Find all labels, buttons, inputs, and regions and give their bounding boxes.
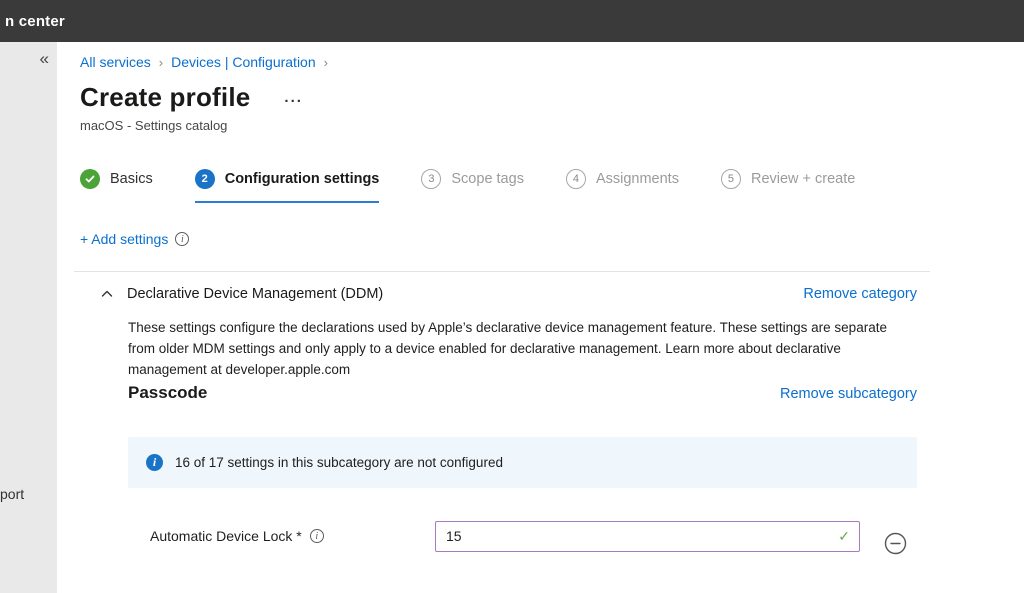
step-review-create[interactable]: 5 Review + create bbox=[721, 169, 855, 201]
step-number-badge: 2 bbox=[195, 169, 215, 189]
step-label: Review + create bbox=[751, 171, 855, 187]
sidebar-collapse-icon[interactable]: « bbox=[40, 50, 49, 67]
main-content: All services › Devices | Configuration ›… bbox=[57, 42, 1024, 593]
remove-subcategory-button[interactable]: Remove subcategory bbox=[780, 386, 917, 402]
more-options-button[interactable]: ... bbox=[284, 90, 303, 105]
app-title: n center bbox=[5, 13, 65, 30]
step-label: Scope tags bbox=[451, 171, 524, 187]
step-label: Basics bbox=[110, 171, 153, 187]
info-filled-icon bbox=[146, 454, 163, 471]
section-divider bbox=[74, 271, 930, 272]
step-scope-tags[interactable]: 3 Scope tags bbox=[421, 169, 524, 201]
info-icon[interactable] bbox=[175, 232, 189, 246]
info-banner: 16 of 17 settings in this subcategory ar… bbox=[128, 437, 917, 488]
setting-label: Automatic Device Lock * bbox=[150, 528, 302, 544]
category-title: Declarative Device Management (DDM) bbox=[127, 286, 383, 302]
breadcrumb-all-services[interactable]: All services bbox=[80, 54, 151, 70]
sidebar-item-support[interactable]: port bbox=[0, 486, 57, 502]
info-banner-text: 16 of 17 settings in this subcategory ar… bbox=[175, 455, 503, 470]
wizard-steps: Basics 2 Configuration settings 3 Scope … bbox=[80, 169, 917, 203]
remove-setting-icon[interactable] bbox=[884, 532, 907, 555]
step-number-badge: 4 bbox=[566, 169, 586, 189]
add-settings-button[interactable]: + Add settings bbox=[80, 231, 168, 247]
step-label: Configuration settings bbox=[225, 171, 380, 187]
chevron-up-icon[interactable] bbox=[100, 287, 114, 301]
info-icon[interactable] bbox=[310, 529, 324, 543]
check-circle-icon bbox=[80, 169, 100, 189]
page-title: Create profile bbox=[80, 82, 250, 113]
breadcrumb: All services › Devices | Configuration › bbox=[80, 54, 917, 70]
step-basics[interactable]: Basics bbox=[80, 169, 153, 201]
breadcrumb-devices-configuration[interactable]: Devices | Configuration bbox=[171, 54, 315, 70]
page-subtitle: macOS - Settings catalog bbox=[80, 118, 917, 133]
sidebar: « port bbox=[0, 42, 57, 593]
step-assignments[interactable]: 4 Assignments bbox=[566, 169, 679, 201]
setting-row: Automatic Device Lock * ✓ bbox=[128, 518, 917, 555]
step-number-badge: 3 bbox=[421, 169, 441, 189]
category-header: Declarative Device Management (DDM) Remo… bbox=[80, 286, 917, 302]
remove-category-button[interactable]: Remove category bbox=[803, 286, 917, 302]
step-number-badge: 5 bbox=[721, 169, 741, 189]
step-label: Assignments bbox=[596, 171, 679, 187]
step-configuration-settings[interactable]: 2 Configuration settings bbox=[195, 169, 380, 203]
app-header: n center bbox=[0, 0, 1024, 42]
category-description: These settings configure the declaration… bbox=[128, 318, 917, 381]
subcategory-title: Passcode bbox=[128, 383, 207, 403]
chevron-right-icon: › bbox=[159, 55, 163, 70]
automatic-device-lock-input[interactable] bbox=[435, 521, 860, 552]
chevron-right-icon: › bbox=[324, 55, 328, 70]
